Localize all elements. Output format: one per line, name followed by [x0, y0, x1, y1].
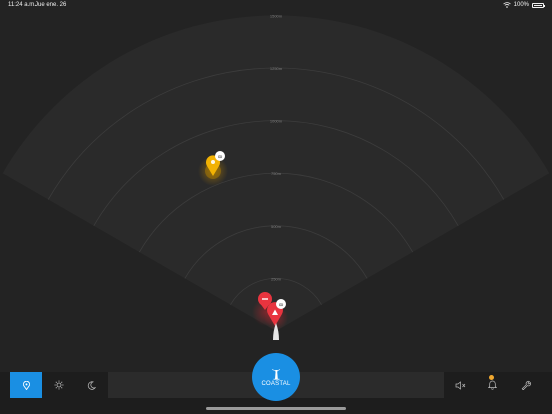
mute-button[interactable]: [450, 374, 470, 396]
location-button[interactable]: [10, 372, 42, 398]
mode-label: COASTAL: [261, 380, 291, 387]
night-mode-button[interactable]: [80, 374, 102, 396]
lighthouse-icon: [271, 368, 281, 380]
brightness-button[interactable]: [48, 374, 70, 396]
tools-button[interactable]: [515, 374, 537, 396]
range-label: 1500m: [270, 13, 283, 18]
range-label: 750m: [271, 171, 282, 176]
home-indicator[interactable]: [206, 407, 346, 410]
range-label: 500m: [271, 224, 282, 229]
moon-icon: [87, 380, 96, 390]
svg-text:ꝏ: ꝏ: [218, 154, 223, 159]
location-pin-icon: [22, 380, 30, 390]
radar-view[interactable]: 250m 500m 750m 1000m 1250m 1500m ꝏ ꝏ: [0, 0, 552, 414]
alarm-badge: [489, 375, 494, 380]
range-label: 1250m: [270, 66, 283, 71]
bell-icon: [487, 380, 497, 390]
coastal-mode-button[interactable]: COASTAL: [252, 353, 300, 401]
wrench-icon: [521, 380, 531, 390]
minus-icon: [262, 298, 268, 300]
svg-text:ꝏ: ꝏ: [279, 302, 284, 307]
range-label: 250m: [271, 276, 282, 281]
speaker-muted-icon: [455, 380, 465, 390]
diver-icon: [211, 160, 215, 164]
sun-icon: [54, 380, 64, 390]
range-label: 1000m: [270, 119, 283, 124]
